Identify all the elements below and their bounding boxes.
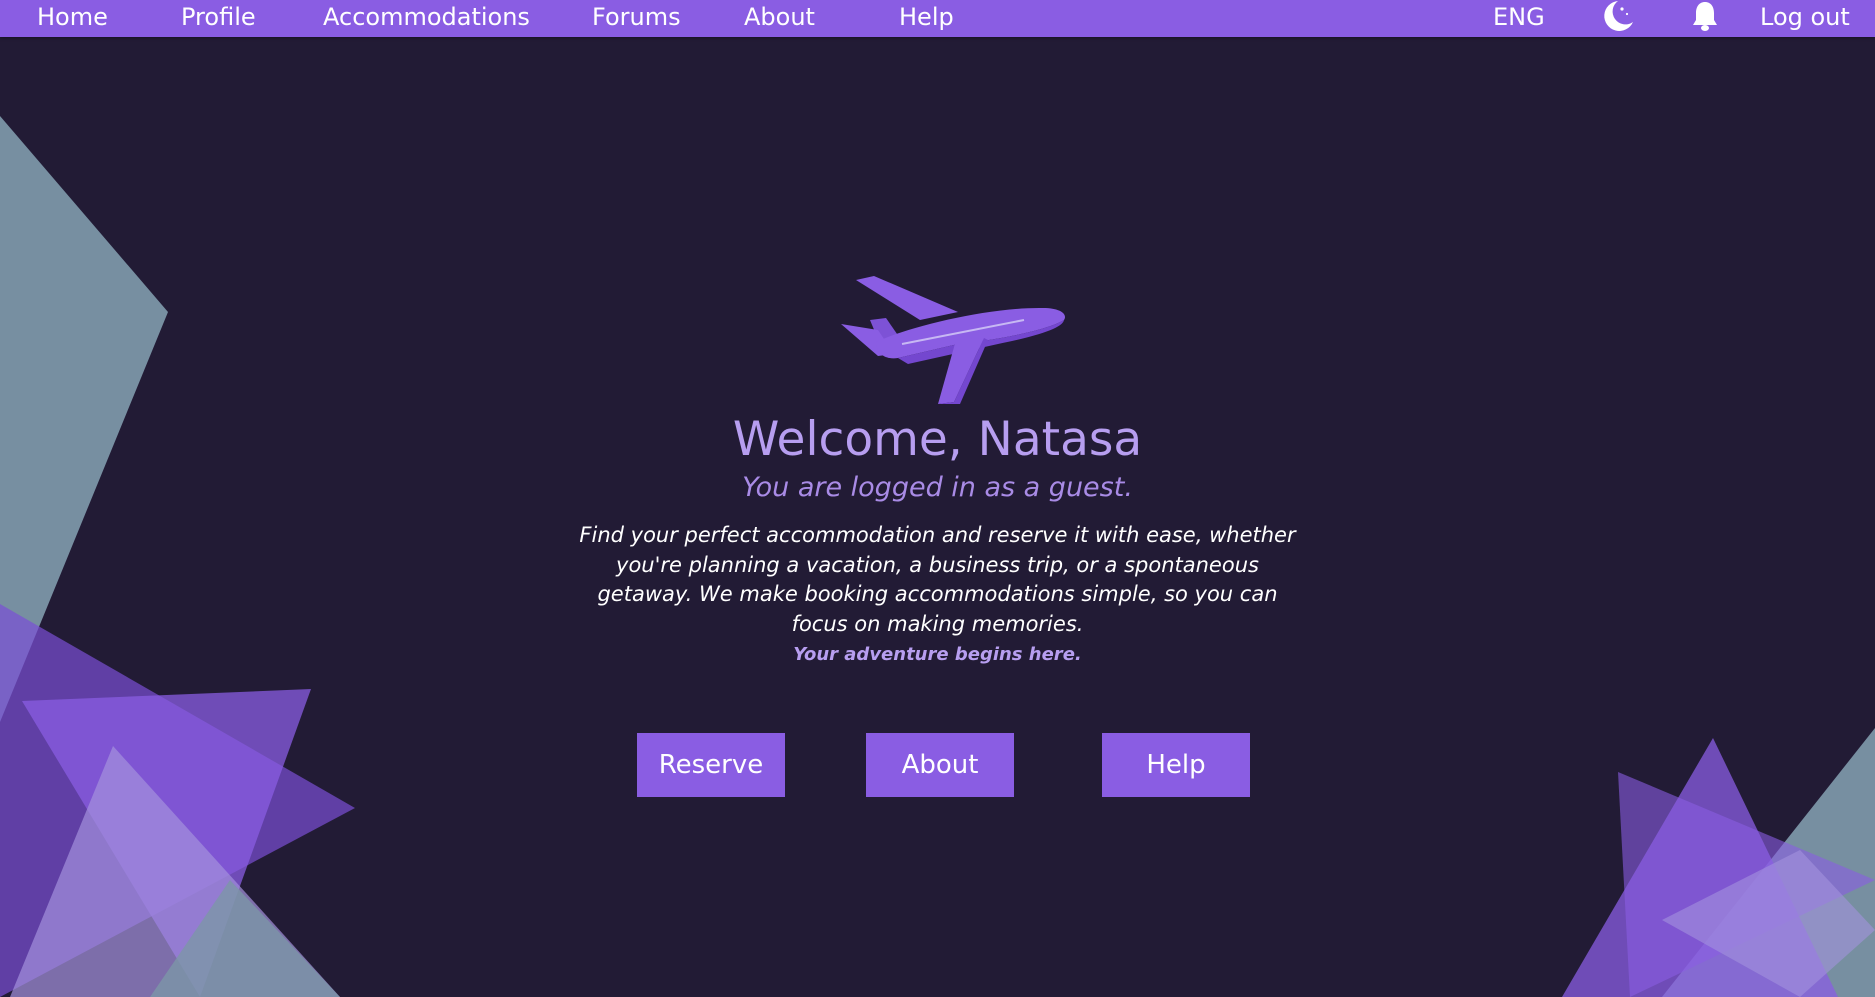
nav-profile-link[interactable]: Profile — [181, 0, 256, 34]
reserve-button[interactable]: Reserve — [637, 733, 785, 797]
moon-icon[interactable] — [1598, 0, 1634, 34]
about-button[interactable]: About — [866, 733, 1014, 797]
nav-home-link[interactable]: Home — [37, 0, 108, 34]
guest-notice: You are logged in as a guest. — [742, 472, 1133, 503]
hero-description: Find your perfect accommodation and rese… — [579, 523, 1296, 636]
top-navbar: Home Profile Accommodations Forums About… — [0, 0, 1875, 37]
hero-tagline: Your adventure begins here. — [793, 644, 1082, 665]
language-selector[interactable]: ENG — [1493, 0, 1545, 34]
hero-section: Welcome, Natasa You are logged in as a g… — [0, 0, 1875, 997]
logout-link[interactable]: Log out — [1760, 0, 1850, 34]
nav-forums-link[interactable]: Forums — [592, 0, 681, 34]
nav-about-link[interactable]: About — [744, 0, 815, 34]
help-button[interactable]: Help — [1102, 733, 1250, 797]
bell-icon[interactable] — [1690, 0, 1720, 34]
nav-help-link[interactable]: Help — [899, 0, 954, 34]
welcome-heading: Welcome, Natasa — [732, 412, 1143, 467]
nav-accommodations-link[interactable]: Accommodations — [323, 0, 530, 34]
airplane-icon — [838, 272, 1068, 407]
